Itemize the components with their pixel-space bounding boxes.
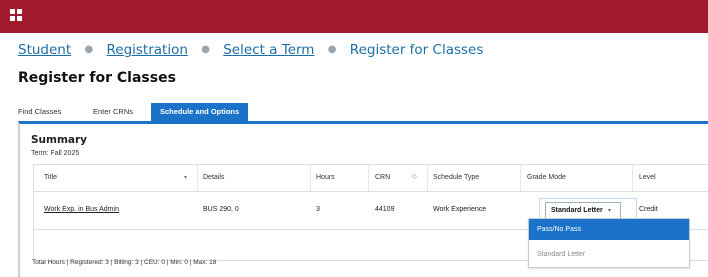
- column-divider: [197, 165, 198, 191]
- total-hours-summary: Total Hours | Registered: 3 | Billing: 3…: [32, 259, 217, 266]
- breadcrumb-student[interactable]: Student: [18, 42, 71, 58]
- summary-title: Summary: [31, 134, 88, 146]
- header-divider: [34, 191, 708, 192]
- top-header-bar: [0, 0, 708, 33]
- column-header-hours[interactable]: Hours: [316, 165, 335, 191]
- sort-down-icon[interactable]: ▾: [184, 174, 187, 181]
- table-row: Work Exp. in Bus Admin: [44, 197, 119, 223]
- tab-schedule-and-options[interactable]: Schedule and Options: [151, 103, 249, 121]
- column-header-schedule-type[interactable]: Schedule Type: [433, 165, 479, 191]
- grade-mode-dropdown: Pass/No Pass Standard Letter: [528, 218, 690, 268]
- column-header-grade-mode[interactable]: Grade Mode: [527, 165, 566, 191]
- column-divider: [427, 165, 428, 191]
- breadcrumb-separator-icon: ●: [327, 44, 337, 55]
- course-title-link[interactable]: Work Exp. in Bus Admin: [44, 206, 119, 213]
- tab-find-classes[interactable]: Find Classes: [18, 103, 61, 121]
- tab-enter-crns[interactable]: Enter CRNs: [93, 103, 133, 121]
- breadcrumb-current: Register for Classes: [349, 42, 484, 58]
- column-divider: [520, 165, 521, 191]
- column-header-level[interactable]: Level: [639, 165, 656, 191]
- breadcrumb: Student ● Registration ● Select a Term ●…: [18, 42, 483, 58]
- dropdown-option-pass-no-pass[interactable]: Pass/No Pass: [529, 219, 689, 240]
- cell-details: BUS 290, 0: [203, 206, 239, 213]
- column-header-crn[interactable]: CRN: [375, 165, 390, 191]
- breadcrumb-select-term[interactable]: Select a Term: [223, 42, 314, 58]
- column-header-title[interactable]: Title: [44, 165, 57, 191]
- cell-schedule-type: Work Experience: [433, 206, 487, 213]
- breadcrumb-separator-icon: ●: [201, 44, 210, 55]
- chevron-down-icon[interactable]: ▾: [608, 203, 611, 219]
- sort-both-icon[interactable]: ◇: [412, 173, 417, 180]
- column-divider: [368, 165, 369, 191]
- breadcrumb-separator-icon: ●: [84, 44, 94, 55]
- column-divider: [632, 165, 633, 191]
- dropdown-option-standard-letter[interactable]: Standard Letter: [529, 244, 689, 265]
- grade-mode-value: Standard Letter: [551, 207, 603, 214]
- column-divider: [310, 165, 311, 191]
- term-label: Term: Fall 2025: [31, 150, 80, 157]
- column-header-details[interactable]: Details: [203, 165, 224, 191]
- cell-hours: 3: [316, 206, 320, 213]
- cell-crn: 44109: [375, 206, 395, 213]
- breadcrumb-registration[interactable]: Registration: [106, 42, 187, 58]
- page-title: Register for Classes: [18, 70, 176, 86]
- app-grid-icon[interactable]: [10, 9, 22, 21]
